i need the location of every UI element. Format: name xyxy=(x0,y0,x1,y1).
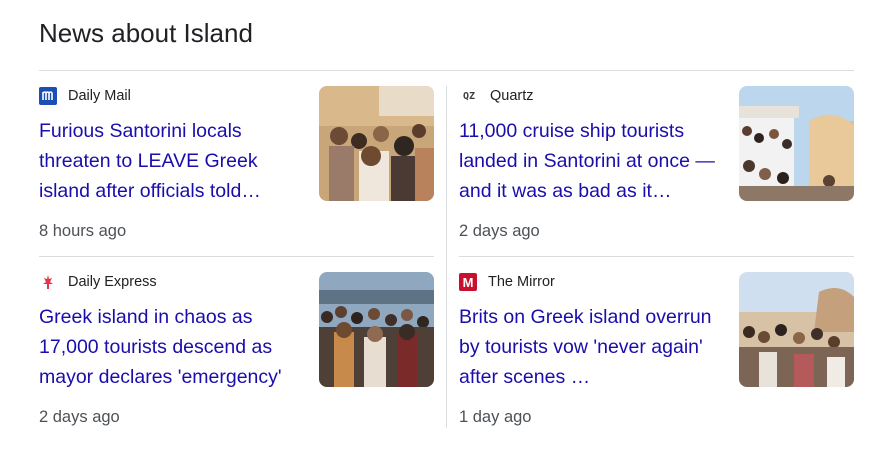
published-time: 2 days ago xyxy=(459,222,540,240)
article-thumbnail[interactable] xyxy=(319,272,434,387)
column-divider xyxy=(446,86,447,428)
news-card-daily-express[interactable]: Daily Express Greek island in chaos as 1… xyxy=(39,272,434,432)
news-source: QZ Quartz xyxy=(459,86,534,106)
mirror-logo-icon: M xyxy=(459,273,477,291)
news-source: Daily Express xyxy=(39,272,157,292)
article-thumbnail[interactable] xyxy=(319,86,434,201)
news-card-quartz[interactable]: QZ Quartz 11,000 cruise ship tourists la… xyxy=(459,86,854,246)
daily-express-logo-icon xyxy=(39,273,57,291)
quartz-logo-icon: QZ xyxy=(462,90,476,102)
headline-link[interactable]: Furious Santorini locals threaten to LEA… xyxy=(39,116,307,206)
published-time: 8 hours ago xyxy=(39,222,127,240)
published-time: 1 day ago xyxy=(459,408,532,426)
headline-link[interactable]: Brits on Greek island overrun by tourist… xyxy=(459,302,727,392)
top-divider xyxy=(39,70,854,71)
row-divider-right xyxy=(459,256,854,257)
news-card-the-mirror[interactable]: M The Mirror Brits on Greek island overr… xyxy=(459,272,854,432)
news-source: Daily Mail xyxy=(39,86,131,106)
row-divider-left xyxy=(39,256,434,257)
article-thumbnail[interactable] xyxy=(739,86,854,201)
news-source: M The Mirror xyxy=(459,272,555,292)
daily-mail-logo-icon xyxy=(39,87,57,105)
published-time: 2 days ago xyxy=(39,408,120,426)
section-heading: News about Island xyxy=(39,18,253,48)
article-thumbnail[interactable] xyxy=(739,272,854,387)
news-card-daily-mail[interactable]: Daily Mail Furious Santorini locals thre… xyxy=(39,86,434,246)
headline-link[interactable]: 11,000 cruise ship tourists landed in Sa… xyxy=(459,116,727,206)
headline-link[interactable]: Greek island in chaos as 17,000 tourists… xyxy=(39,302,307,392)
